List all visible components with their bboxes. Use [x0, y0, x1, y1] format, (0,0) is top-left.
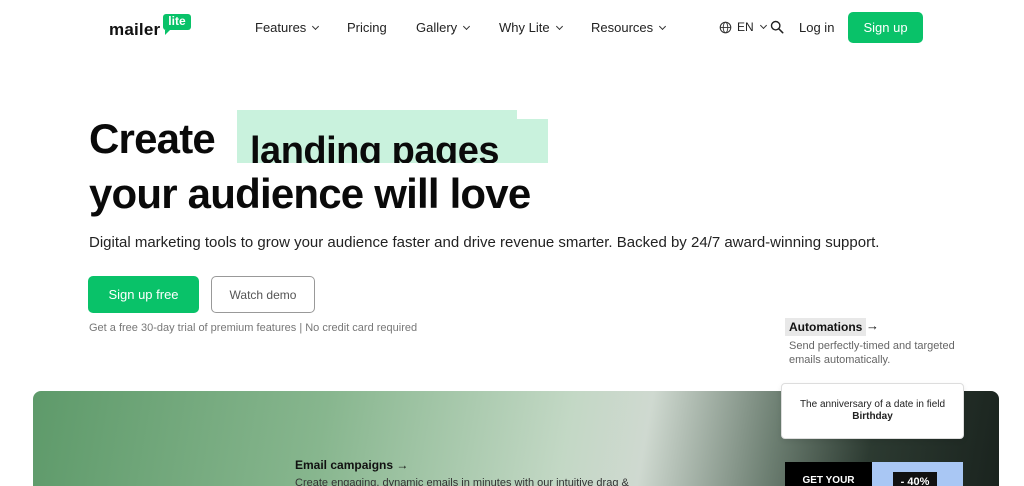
nav-item-label: Gallery [416, 20, 458, 35]
chevron-down-icon [463, 22, 471, 30]
discount-badge: - 40% [893, 472, 937, 486]
login-link[interactable]: Log in [799, 20, 834, 35]
hero-subtitle: Digital marketing tools to grow your aud… [89, 234, 880, 251]
chevron-down-icon [555, 22, 563, 30]
watch-demo-button[interactable]: Watch demo [211, 276, 315, 313]
nav-item-features[interactable]: Features [255, 20, 320, 35]
chevron-down-icon [312, 22, 320, 30]
trial-note: Get a free 30-day trial of premium featu… [89, 322, 418, 334]
nav-item-label: Features [255, 20, 307, 35]
nav-item-pricing[interactable]: Pricing [347, 20, 387, 35]
arrow-right-icon[interactable]: → [866, 318, 879, 333]
nav-item-label: Resources [591, 20, 654, 35]
top-navigation: mailer lite Features Pricing Gallery Why… [0, 0, 1024, 56]
nav-item-why-lite[interactable]: Why Lite [499, 20, 563, 35]
promo-text: GET YOUR [802, 474, 855, 486]
email-campaigns-label: Email campaigns [295, 458, 394, 472]
logo-badge: lite [163, 14, 191, 35]
nav-item-label: Why Lite [499, 20, 550, 35]
automations-link[interactable]: Automations [785, 318, 867, 336]
mailerlite-logo[interactable]: mailer lite [109, 14, 191, 40]
nav-item-label: Pricing [347, 20, 387, 35]
signup-button[interactable]: Sign up [848, 12, 923, 43]
nav-item-gallery[interactable]: Gallery [416, 20, 471, 35]
language-label: EN [737, 20, 754, 34]
title-highlight-text: landing pages [250, 130, 499, 163]
title-highlight: landing pages [237, 119, 548, 163]
search-icon[interactable] [770, 20, 784, 34]
hero-title-word: Create [89, 115, 216, 162]
language-selector[interactable]: EN [719, 20, 767, 34]
card-text: The anniversary of a date in field [799, 399, 946, 410]
automation-trigger-card: The anniversary of a date in field Birth… [781, 383, 964, 439]
logo-text: mailer [109, 20, 161, 39]
chevron-down-icon [759, 21, 767, 30]
card-field: Birthday [852, 411, 893, 422]
nav-item-resources[interactable]: Resources [591, 20, 667, 35]
automations-description: Send perfectly-timed and targeted emails… [789, 340, 955, 366]
email-campaigns-link[interactable]: Email campaigns → [295, 458, 408, 472]
hero-title-line2: your audience will love [89, 170, 531, 217]
email-campaigns-description: Create engaging, dynamic emails in minut… [295, 477, 629, 486]
chevron-down-icon [659, 22, 667, 30]
signup-free-button[interactable]: Sign up free [88, 276, 199, 313]
globe-icon [719, 21, 732, 33]
arrow-right-icon: → [396, 458, 409, 472]
